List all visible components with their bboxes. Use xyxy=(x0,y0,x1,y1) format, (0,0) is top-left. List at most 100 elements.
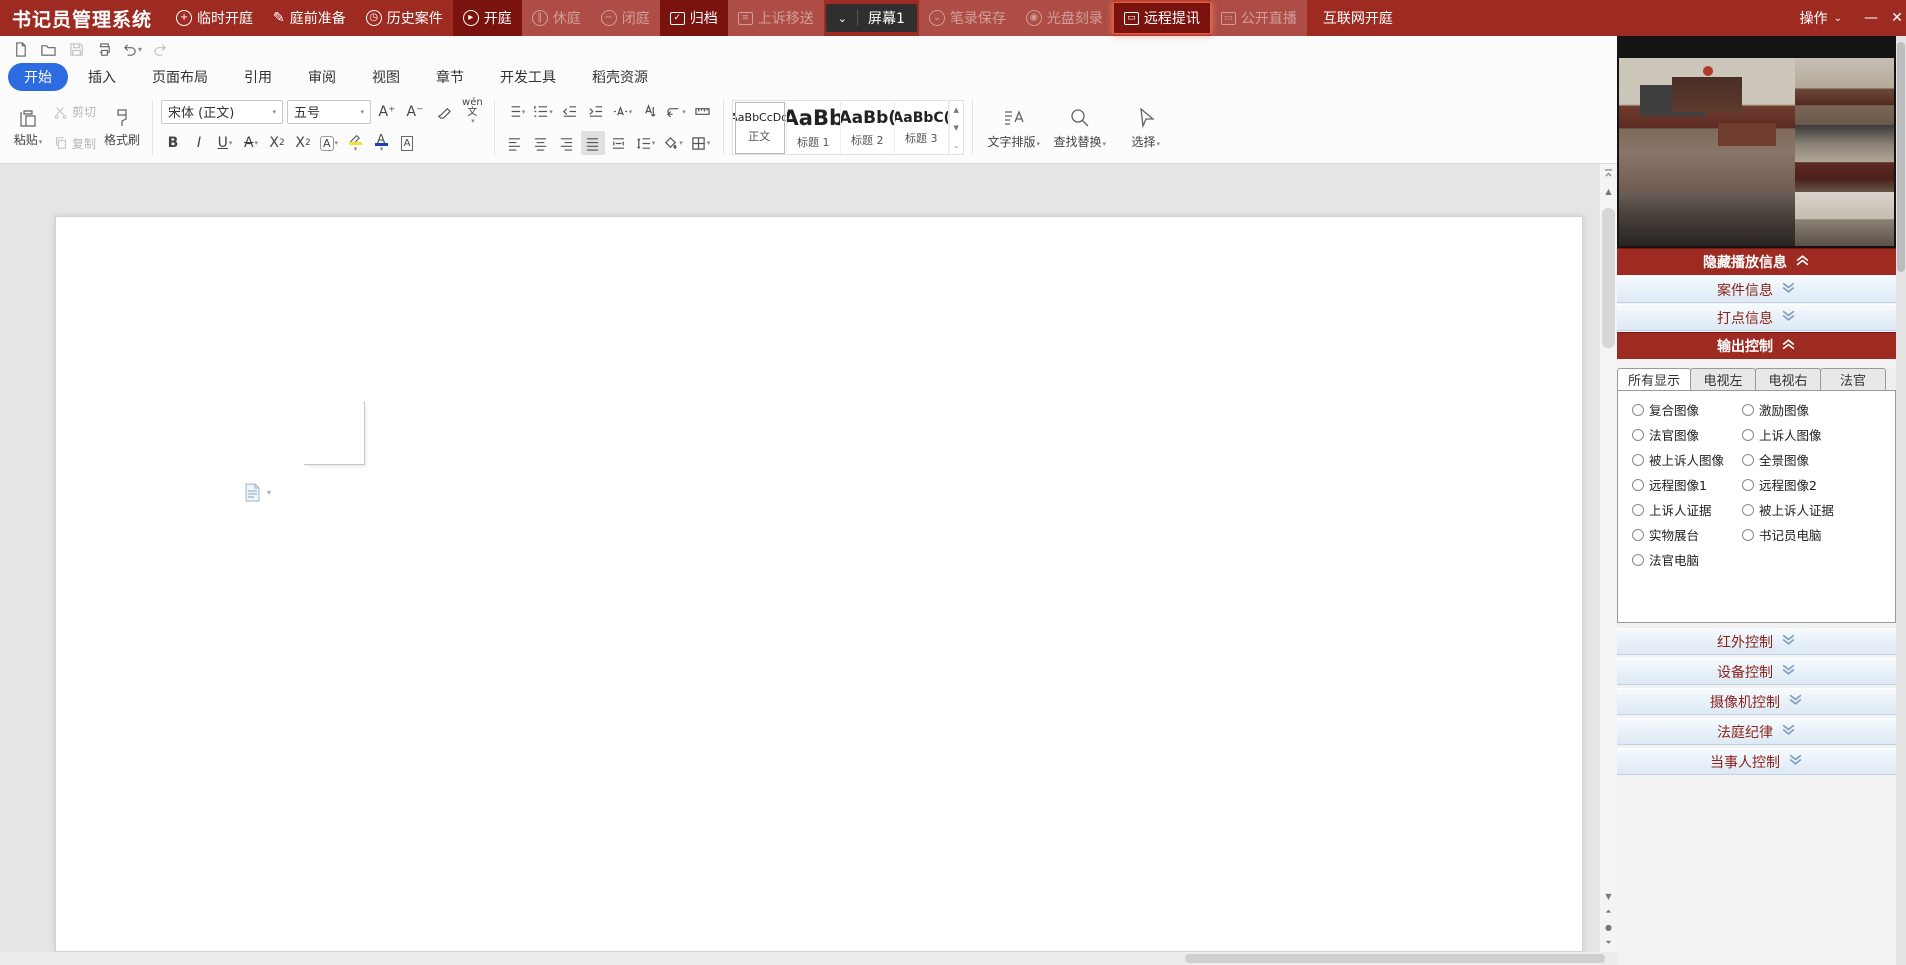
style-heading-3[interactable]: AaBbC( 标题 3 xyxy=(895,100,949,156)
section-case-info[interactable]: 案件信息 xyxy=(1617,276,1896,303)
tab-dev-tools[interactable]: 开发工具 xyxy=(484,63,572,91)
panel-scrollbar[interactable] xyxy=(1896,36,1906,965)
sort-button[interactable] xyxy=(637,100,661,124)
section-output-control[interactable]: 输出控制 xyxy=(1617,332,1896,359)
minimize-button[interactable]: — xyxy=(1854,0,1888,36)
highlight-color-button[interactable]: ▾ xyxy=(343,131,367,155)
radio-judge-image[interactable]: 法官图像 xyxy=(1632,425,1742,444)
tab-all-displays[interactable]: 所有显示 xyxy=(1617,368,1691,391)
menu-temporary-session[interactable]: + 临时开庭 xyxy=(166,0,263,36)
character-border-button[interactable]: A xyxy=(395,131,419,155)
text-effects-button[interactable]: A▾ xyxy=(317,131,341,155)
tab-references[interactable]: 引用 xyxy=(228,63,288,91)
radio-panorama-image[interactable]: 全景图像 xyxy=(1742,450,1895,469)
radio-incentive-image[interactable]: 激励图像 xyxy=(1742,400,1895,419)
font-name-combo[interactable]: 宋体 (正文) ▾ xyxy=(161,100,283,124)
increase-indent-button[interactable] xyxy=(584,100,608,124)
font-color-button[interactable]: A ▾ xyxy=(369,131,393,155)
open-button[interactable] xyxy=(36,38,60,60)
section-litigant-control[interactable]: 当事人控制 xyxy=(1617,748,1896,775)
radio-appellee-image[interactable]: 被上诉人图像 xyxy=(1632,450,1742,469)
subscript-button[interactable]: X2 xyxy=(291,131,315,155)
align-right-button[interactable] xyxy=(555,131,579,155)
document-vertical-scrollbar[interactable]: ▲ ▼ ⏶ ● ⏷ xyxy=(1600,164,1617,952)
previous-page-button[interactable]: ⏶ xyxy=(1605,907,1611,917)
section-court-discipline[interactable]: 法庭纪律 xyxy=(1617,718,1896,745)
tab-section[interactable]: 章节 xyxy=(420,63,480,91)
superscript-button[interactable]: X2 xyxy=(265,131,289,155)
print-button[interactable] xyxy=(92,38,116,60)
tab-tv-left[interactable]: 电视左 xyxy=(1690,368,1756,390)
style-normal[interactable]: AaBbCcDd 正文 xyxy=(733,100,787,156)
style-heading-1[interactable]: AaBb 标题 1 xyxy=(787,100,841,156)
section-camera-control[interactable]: 摄像机控制 xyxy=(1617,688,1896,715)
menu-internet-court[interactable]: 互联网开庭 xyxy=(1313,0,1403,36)
undo-button[interactable]: ▾ xyxy=(120,38,144,60)
screen-selector[interactable]: ⌄ 屏幕1 xyxy=(826,4,917,32)
radio-composite-image[interactable]: 复合图像 xyxy=(1632,400,1742,419)
radio-appellant-image[interactable]: 上诉人图像 xyxy=(1742,425,1895,444)
next-page-button[interactable]: ⏷ xyxy=(1605,938,1611,948)
borders-button[interactable]: ▾ xyxy=(688,131,714,155)
close-button[interactable]: ✕ xyxy=(1888,0,1906,36)
bold-button[interactable]: B xyxy=(161,131,185,155)
radio-exhibit-stand[interactable]: 实物展台 xyxy=(1632,525,1742,544)
document-page[interactable]: ▾ xyxy=(55,216,1583,952)
strikethrough-button[interactable]: A▾ xyxy=(239,131,263,155)
underline-button[interactable]: U▾ xyxy=(213,131,237,155)
horizontal-scroll-thumb[interactable] xyxy=(1185,954,1605,963)
new-document-button[interactable] xyxy=(8,38,32,60)
italic-button[interactable]: I xyxy=(187,131,211,155)
scroll-up-button[interactable]: ▲ xyxy=(1600,182,1617,200)
scroll-down-icon[interactable]: ▼ xyxy=(950,119,963,137)
menu-archive[interactable]: ✓ 归档 xyxy=(660,0,728,36)
page-select-button[interactable]: ● xyxy=(1605,923,1612,932)
grow-font-button[interactable]: A⁺ xyxy=(375,100,399,124)
tab-insert[interactable]: 插入 xyxy=(72,63,132,91)
menu-remote-interrogation[interactable]: ▭ 远程提讯 xyxy=(1113,2,1211,34)
radio-appellee-evidence[interactable]: 被上诉人证据 xyxy=(1742,500,1895,519)
clear-format-button[interactable] xyxy=(431,100,455,124)
section-device-control[interactable]: 设备控制 xyxy=(1617,658,1896,685)
align-left-button[interactable] xyxy=(503,131,527,155)
distribute-button[interactable] xyxy=(607,131,631,155)
video-feed-courtroom-wide[interactable] xyxy=(1619,58,1795,192)
line-spacing-button[interactable]: ▾ xyxy=(633,131,659,155)
video-feed-right-top[interactable] xyxy=(1795,58,1894,125)
gallery-more-icon[interactable]: ⌄ xyxy=(950,137,963,155)
radio-judge-computer[interactable]: 法官电脑 xyxy=(1632,550,1742,569)
bullet-list-button[interactable]: ▾ xyxy=(503,100,529,124)
menu-open-court[interactable]: ▸ 开庭 xyxy=(453,0,522,36)
menu-history-cases[interactable]: ◷ 历史案件 xyxy=(356,0,453,36)
paste-button[interactable]: 粘贴▾ xyxy=(6,96,50,159)
paste-options-button[interactable]: ▾ xyxy=(244,483,271,502)
radio-remote-image-1[interactable]: 远程图像1 xyxy=(1632,475,1742,494)
text-typeset-button[interactable]: 文字排版▾ xyxy=(981,96,1047,159)
style-heading-2[interactable]: AaBb( 标题 2 xyxy=(841,100,895,156)
section-marking-info[interactable]: 打点信息 xyxy=(1617,304,1896,331)
radio-appellant-evidence[interactable]: 上诉人证据 xyxy=(1632,500,1742,519)
collapse-ribbon-button[interactable] xyxy=(1600,164,1617,182)
operations-menu[interactable]: 操作 ⌄ xyxy=(1788,8,1854,28)
scroll-up-icon[interactable]: ▲ xyxy=(950,101,963,119)
tab-review[interactable]: 审阅 xyxy=(292,63,352,91)
shading-button[interactable]: ▾ xyxy=(660,131,686,155)
tab-home[interactable]: 开始 xyxy=(8,63,68,91)
format-painter-button[interactable]: 格式刷 xyxy=(100,96,144,159)
ruler-button[interactable] xyxy=(691,100,715,124)
scroll-down-button[interactable]: ▼ xyxy=(1605,892,1611,901)
section-infrared-control[interactable]: 红外控制 xyxy=(1617,628,1896,655)
numbered-list-button[interactable]: ▾ xyxy=(530,100,556,124)
shrink-font-button[interactable]: A⁻ xyxy=(403,100,427,124)
tab-view[interactable]: 视图 xyxy=(356,63,416,91)
align-center-button[interactable] xyxy=(529,131,553,155)
tab-tv-right[interactable]: 电视右 xyxy=(1755,368,1821,390)
tab-judge[interactable]: 法官 xyxy=(1820,368,1886,390)
show-marks-button[interactable]: ▾ xyxy=(663,100,689,124)
document-canvas[interactable]: ▾ xyxy=(0,164,1600,952)
menu-pretrial-prep[interactable]: ✎ 庭前准备 xyxy=(263,0,356,36)
video-feed-right-bottom[interactable] xyxy=(1795,125,1894,192)
decrease-indent-button[interactable] xyxy=(558,100,582,124)
section-hide-playback-info[interactable]: 隐藏播放信息 xyxy=(1617,248,1896,275)
tab-page-layout[interactable]: 页面布局 xyxy=(136,63,224,91)
